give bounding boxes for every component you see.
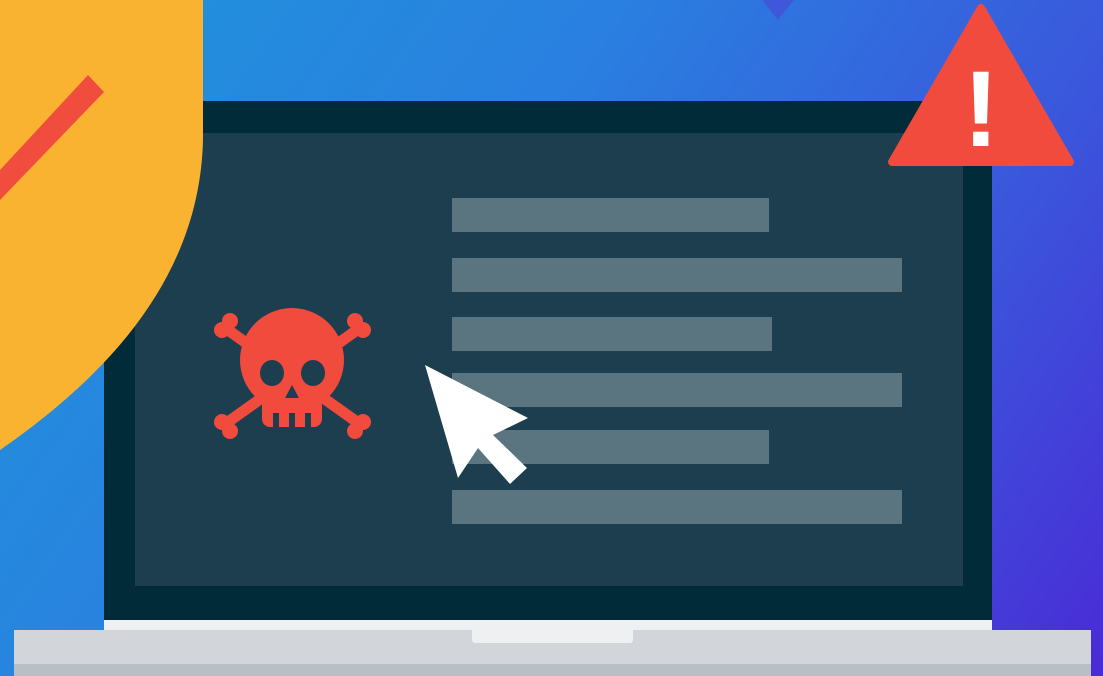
text-placeholder-line xyxy=(452,258,902,292)
text-placeholder-line xyxy=(452,198,769,232)
laptop-base-edge xyxy=(14,664,1091,676)
warning-symbol: ! xyxy=(963,48,999,168)
warning-triangle-icon: ! xyxy=(888,4,1074,168)
text-placeholder-line xyxy=(452,490,902,524)
text-placeholder-line xyxy=(452,317,772,351)
top-notch-decoration xyxy=(762,0,794,20)
skull-crossbones-icon xyxy=(214,308,371,439)
trackpad-notch xyxy=(472,630,633,643)
laptop-hinge xyxy=(104,620,992,630)
shield-icon xyxy=(0,0,203,450)
mouse-pointer-icon xyxy=(425,365,528,484)
